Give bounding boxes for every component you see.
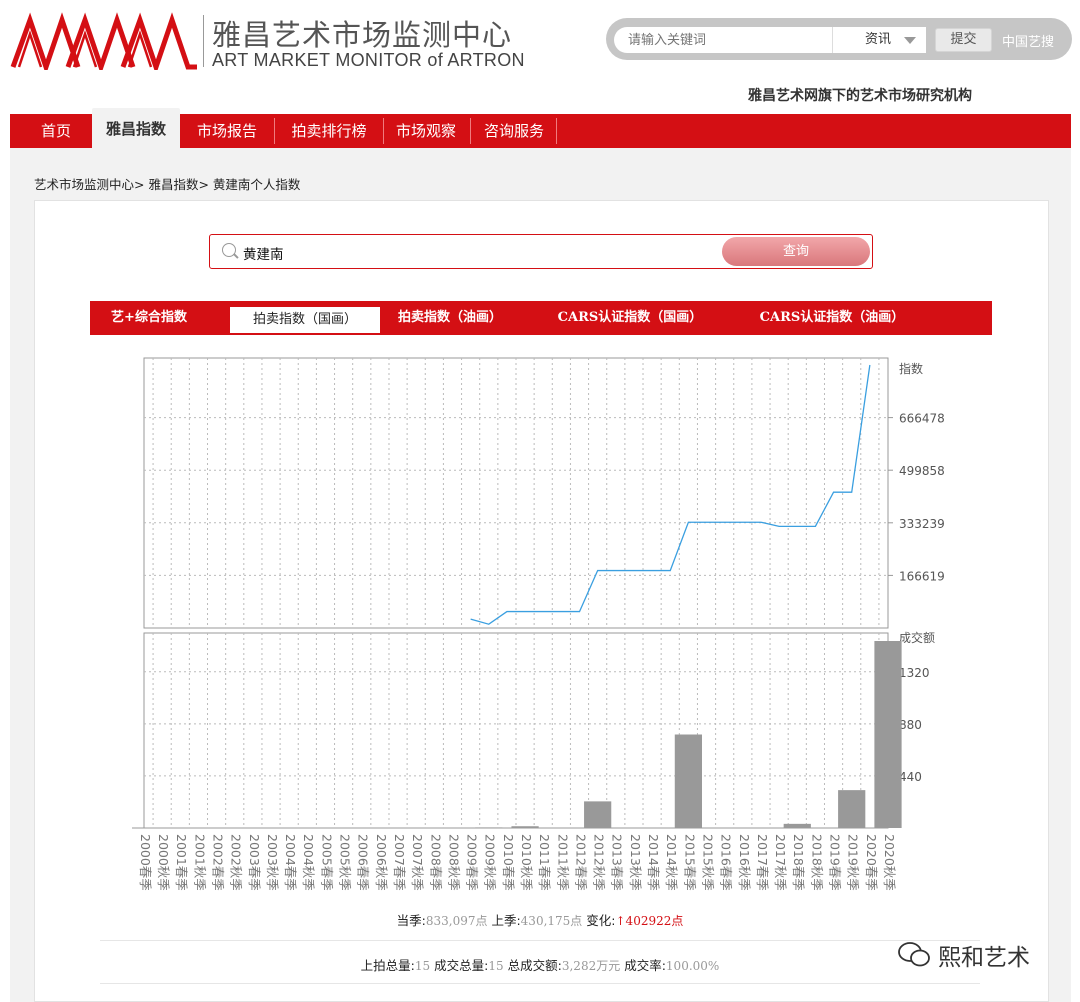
x-tick-label: 2012春季 bbox=[573, 834, 588, 891]
x-tick-label: 2008秋季 bbox=[446, 834, 461, 891]
current-label: 当季: bbox=[396, 913, 426, 928]
volume-bar bbox=[674, 734, 702, 828]
season-stats: 当季:833,097点 上季:430,175点 变化:↑402922点 bbox=[0, 910, 1080, 929]
y-tick-label: 166619 bbox=[899, 569, 945, 583]
volume-bar bbox=[584, 801, 612, 828]
x-tick-label: 2002春季 bbox=[211, 834, 226, 891]
y-tick-label: 499858 bbox=[899, 464, 945, 478]
y-tick-label: 1320 bbox=[899, 666, 930, 680]
x-tick-label: 2019秋季 bbox=[846, 834, 861, 891]
x-tick-label: 2009春季 bbox=[465, 834, 480, 891]
rate-value: 100.00% bbox=[665, 959, 720, 973]
x-tick-label: 2001春季 bbox=[174, 834, 189, 891]
x-tick-label: 2016春季 bbox=[719, 834, 734, 891]
x-tick-label: 2017秋季 bbox=[773, 834, 788, 891]
x-tick-label: 2015春季 bbox=[682, 834, 697, 891]
x-tick-label: 2014春季 bbox=[646, 834, 661, 891]
current-value: 833,097点 bbox=[425, 914, 488, 928]
prev-value: 430,175点 bbox=[520, 914, 583, 928]
volume-bar bbox=[874, 641, 902, 828]
prev-label: 上季: bbox=[491, 913, 521, 928]
x-tick-label: 2010秋季 bbox=[519, 834, 534, 891]
x-tick-label: 2020春季 bbox=[864, 834, 879, 891]
x-tick-label: 2019春季 bbox=[827, 834, 842, 891]
sold-label: 成交总量: bbox=[434, 958, 489, 973]
x-tick-label: 2014秋季 bbox=[664, 834, 679, 891]
rate-label: 成交率: bbox=[624, 958, 666, 973]
x-tick-label: 2004秋季 bbox=[301, 834, 316, 891]
x-tick-label: 2006秋季 bbox=[374, 834, 389, 891]
x-tick-label: 2003春季 bbox=[247, 834, 262, 891]
x-tick-label: 2015秋季 bbox=[700, 834, 715, 891]
x-tick-label: 2007秋季 bbox=[410, 834, 425, 891]
x-tick-label: 2011秋季 bbox=[555, 834, 570, 891]
y-tick-label: 880 bbox=[899, 718, 922, 732]
amount-value: 3,282万元 bbox=[561, 959, 621, 973]
x-tick-label: 2013春季 bbox=[610, 834, 625, 891]
x-tick-label: 2006春季 bbox=[356, 834, 371, 891]
x-tick-label: 2001秋季 bbox=[192, 834, 207, 891]
x-tick-label: 2018秋季 bbox=[809, 834, 824, 891]
x-tick-label: 2002秋季 bbox=[229, 834, 244, 891]
change-value: ↑402922点 bbox=[615, 914, 684, 928]
x-tick-label: 2012秋季 bbox=[592, 834, 607, 891]
x-tick-label: 2013秋季 bbox=[628, 834, 643, 891]
x-tick-label: 2017春季 bbox=[755, 834, 770, 891]
x-tick-label: 2000春季 bbox=[138, 834, 153, 891]
y-axis-label: 成交额 bbox=[899, 630, 935, 645]
divider bbox=[100, 940, 980, 941]
volume-bar bbox=[783, 823, 811, 828]
y-tick-label: 333239 bbox=[899, 517, 945, 531]
x-tick-label: 2016秋季 bbox=[737, 834, 752, 891]
x-tick-label: 2004春季 bbox=[283, 834, 298, 891]
y-tick-label: 666478 bbox=[899, 412, 945, 426]
lots-value: 15 bbox=[414, 959, 431, 973]
amount-label: 总成交额: bbox=[507, 958, 562, 973]
lots-label: 上拍总量: bbox=[360, 958, 415, 973]
x-tick-label: 2005秋季 bbox=[338, 834, 353, 891]
y-axis-label: 指数 bbox=[899, 361, 923, 376]
x-tick-label: 2020秋季 bbox=[882, 834, 897, 891]
wechat-icon bbox=[898, 942, 930, 967]
x-tick-label: 2009秋季 bbox=[483, 834, 498, 891]
x-tick-label: 2003秋季 bbox=[265, 834, 280, 891]
artist-index-chart: 166619 333239 499858 666478 指数 440 880 1320 成交额 2… bbox=[132, 357, 945, 891]
x-tick-label: 2008春季 bbox=[428, 834, 443, 891]
x-tick-label: 2011春季 bbox=[537, 834, 552, 891]
divider bbox=[100, 983, 980, 984]
x-tick-label: 2007春季 bbox=[392, 834, 407, 891]
volume-bar bbox=[838, 790, 866, 828]
y-tick-label: 440 bbox=[899, 770, 922, 784]
x-tick-label: 2005春季 bbox=[319, 834, 334, 891]
watermark-text: 熙和艺术 bbox=[938, 945, 1030, 971]
sold-value: 15 bbox=[488, 959, 504, 973]
x-tick-label: 2010春季 bbox=[501, 834, 516, 891]
x-tick-label: 2000秋季 bbox=[156, 834, 171, 891]
change-label: 变化: bbox=[586, 913, 616, 928]
x-tick-label: 2018春季 bbox=[791, 834, 806, 891]
